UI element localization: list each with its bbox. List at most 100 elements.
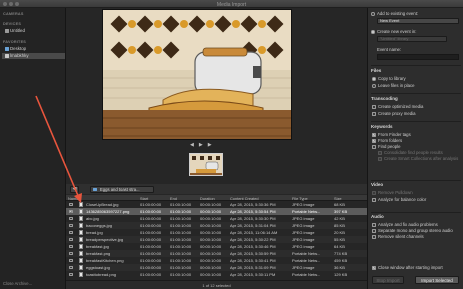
sidebar-item-lmabkhky[interactable]: lmabkhky [2,53,65,59]
table-row[interactable]: breakfast.jpg 01:00:00:00 01:00:10:00 00:00… [66,243,367,250]
row-checkbox[interactable] [69,216,73,221]
remove-silent-checkbox[interactable] [372,235,376,239]
proxy-media-checkbox[interactable] [372,112,376,116]
separate-mono-checkbox[interactable] [372,229,376,233]
table-row[interactable]: ✓ 1436285063597227.png 01:00:00:00 01:00:10… [66,208,367,215]
table-row[interactable]: bread.jpg 01:00:00:00 01:00:10:00 00:00:10:… [66,229,367,236]
import-selected-button[interactable]: Import Selected [415,276,459,284]
devices-header: DEVICES [3,22,22,26]
cell-duration: 00:00:10:00 [200,244,222,250]
table-row[interactable]: breadperspective.jpg 01:00:00:00 01:00:10:… [66,236,367,243]
from-folders-checkbox[interactable]: ✓ [372,139,376,143]
sidebar-item-untitled[interactable]: Untitled [2,28,65,34]
row-checkbox[interactable] [69,230,73,235]
folder-path-popup[interactable]: Eggs and toast stra... [90,185,154,193]
column-end[interactable]: End [170,196,177,201]
file-icon [79,257,83,263]
consolidate-label: Consolidate find people results [384,150,443,155]
row-checkbox[interactable] [69,244,73,249]
table-row[interactable]: CloseUpBread.jpg 01:00:00:00 01:00:10:00 00… [66,201,367,208]
add-existing-label: Add to existing event: [377,11,419,16]
copy-to-library-radio[interactable] [372,77,376,81]
row-checkbox[interactable] [69,223,73,228]
find-people-checkbox[interactable] [372,145,376,149]
back-button[interactable]: ◀ [70,185,79,193]
library-select[interactable]: "Untitled" library [377,36,447,42]
column-duration[interactable]: Duration [200,196,215,201]
leave-in-place-radio[interactable] [372,84,376,88]
row-checkbox[interactable] [69,258,73,263]
cell-name: CloseUpBread.jpg [86,202,119,208]
cell-size: 36 KB [334,265,345,271]
row-checkbox[interactable] [69,265,73,270]
cell-name: breadperspective.jpg [86,237,124,243]
cell-start: 01:00:00:00 [140,265,162,271]
column-file-type[interactable]: File Type [292,196,308,201]
sidebar-item-desktop[interactable]: Desktop [2,46,65,52]
audio-header: Audio [371,214,384,219]
sidebar-item-label: lmabkhky [10,53,29,58]
cell-start: 01:00:00:00 [140,237,162,243]
column-name[interactable]: Name [68,196,78,201]
existing-event-select[interactable]: New Event [377,18,459,24]
cell-created: Apr 28, 2015, 5:30:46 PM [230,244,276,250]
next-icon[interactable]: ▶ [208,142,217,148]
row-checkbox[interactable] [69,272,73,277]
file-icon [79,236,83,242]
cell-created: Apr 28, 2015, 5:30:11 PM [230,272,276,278]
consolidate-checkbox[interactable] [378,151,382,155]
table-row[interactable]: breakfast.png 01:00:00:00 01:00:10:00 00:00… [66,250,367,257]
file-icon [79,250,83,256]
previous-icon[interactable]: ◀ [190,142,199,148]
cell-created: Apr 28, 2015, 5:30:30 PM [230,216,276,222]
stop-import-button[interactable]: Stop Import [372,276,404,284]
cell-name: baconeggs.jpg [86,223,113,229]
title-bar: Media Import [0,0,463,8]
cell-name: eggstoast.jpg [86,265,110,271]
add-existing-radio[interactable] [371,12,375,16]
main-area: ◀▶▶ ◀ Eggs and toast stra... Name Start … [66,8,367,289]
import-options-panel: Add to existing event: New Event Create … [367,8,463,289]
smart-collections-checkbox[interactable] [378,157,382,161]
selection-count: 1 of 12 selected [202,283,231,288]
event-name-field[interactable] [377,54,459,60]
cell-start: 01:00:00:00 [140,251,162,257]
create-new-radio[interactable] [371,30,375,34]
table-row[interactable]: toasttobread.png 01:00:00:00 01:00:10:00 00… [66,271,367,278]
cell-type: JPEG image [292,237,315,243]
analyze-audio-checkbox[interactable] [372,223,376,227]
balance-color-checkbox[interactable] [372,198,376,202]
play-icon[interactable]: ▶ [199,142,208,148]
column-size[interactable]: Size [334,196,342,201]
cell-type: JPEG image [292,265,315,271]
table-row[interactable]: breakfastKitchen.png 01:00:00:00 01:00:10:… [66,257,367,264]
table-row[interactable]: abc.jpg 01:00:00:00 01:00:10:00 00:00:10:00… [66,215,367,222]
files-header: Files [371,68,382,73]
column-content-created[interactable]: Content Created [230,196,259,201]
remove-pulldown-label: Remove Pulldown [378,190,413,195]
cell-duration: 00:00:10:00 [200,223,222,229]
file-icon [79,201,83,207]
optimized-media-checkbox[interactable] [372,105,376,109]
close-archive-button[interactable]: Close Archive... [3,281,32,286]
balance-color-label: Analyze for balance color [378,197,427,202]
video-header: Video [371,182,384,187]
column-start[interactable]: Start [140,196,148,201]
filmstrip-thumbnail[interactable] [189,153,223,176]
table-row[interactable]: baconeggs.jpg 01:00:00:00 01:00:10:00 00:00… [66,222,367,229]
keywords-header: Keywords [371,124,393,129]
row-checkbox[interactable]: ✓ [69,209,73,213]
cell-start: 01:00:00:00 [140,272,162,278]
sidebar-item-label: Untitled [10,28,25,33]
remove-pulldown-checkbox[interactable] [372,191,376,195]
cell-type: JPEG image [292,202,315,208]
row-checkbox[interactable] [69,202,73,207]
table-row[interactable]: eggstoast.jpg 01:00:00:00 01:00:10:00 00:00… [66,264,367,271]
close-window-checkbox[interactable]: ✓ [372,266,376,270]
proxy-media-label: Create proxy media [378,111,416,116]
cell-start: 01:00:00:00 [140,216,162,222]
cell-duration: 00:00:10:00 [200,265,222,271]
row-checkbox[interactable] [69,251,73,256]
row-checkbox[interactable] [69,237,73,242]
finder-tags-checkbox[interactable]: ✓ [372,133,376,137]
